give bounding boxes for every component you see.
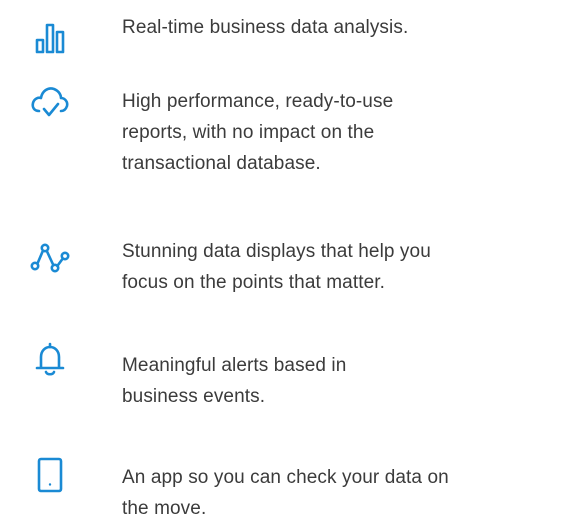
- feature-text-line: reports, with no impact on the: [122, 122, 375, 143]
- feature-text-line: Real-time business data analysis.: [122, 17, 409, 38]
- feature-text-line: focus on the points that matter.: [122, 272, 386, 293]
- feature-text: An app so you can check your data on the…: [122, 462, 542, 524]
- feature-text: High performance, ready-to-use reports, …: [122, 86, 542, 179]
- feature-text: Stunning data displays that help you foc…: [122, 236, 542, 298]
- feature-list: Real-time business data analysis. High p…: [0, 0, 563, 526]
- feature-text-line: business events.: [122, 386, 266, 407]
- bell-icon: [30, 339, 70, 379]
- feature-text-line: the move.: [122, 498, 207, 519]
- line-graph-icon: [30, 238, 70, 278]
- feature-text-line: High performance, ready-to-use: [122, 91, 394, 112]
- feature-text-line: Meaningful alerts based in: [122, 355, 347, 376]
- feature-text: Real-time business data analysis.: [122, 12, 542, 43]
- feature-text-line: An app so you can check your data on: [122, 467, 449, 488]
- tablet-icon: [30, 455, 70, 495]
- feature-text: Meaningful alerts based in business even…: [122, 350, 542, 412]
- bar-chart-icon: [30, 18, 70, 58]
- feature-text-line: Stunning data displays that help you: [122, 241, 431, 262]
- cloud-check-icon: [30, 82, 70, 122]
- feature-text-line: transactional database.: [122, 153, 321, 174]
